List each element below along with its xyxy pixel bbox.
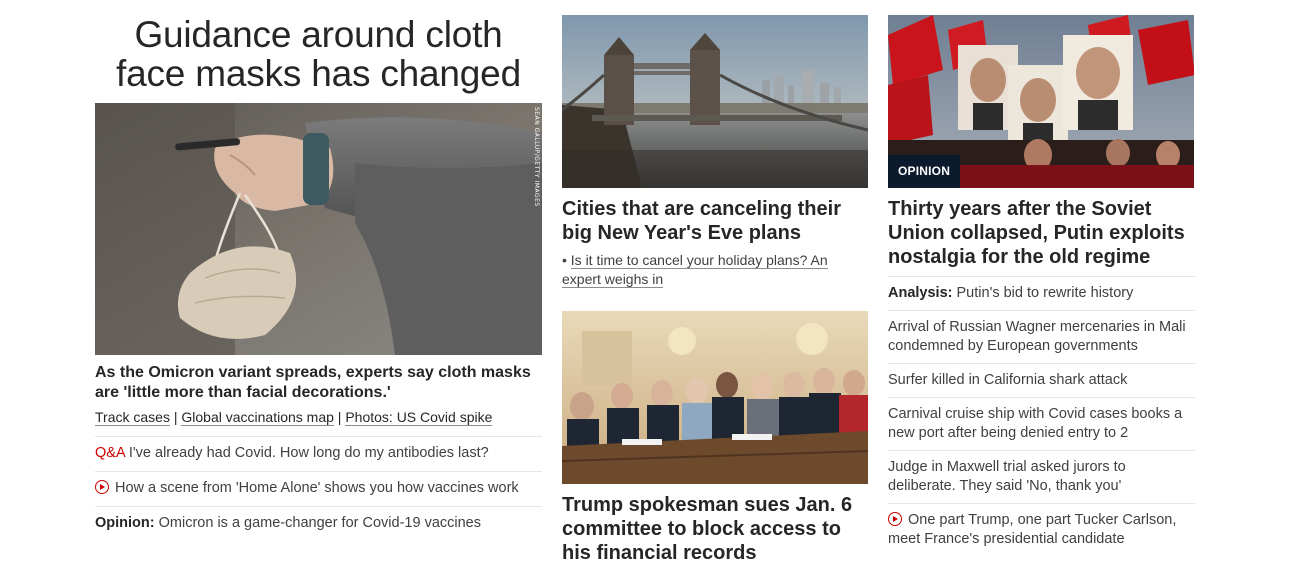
putin-analysis-link[interactable]: Analysis: Putin's bid to rewrite history (888, 277, 1195, 310)
france-candidate-video-link[interactable]: One part Trump, one part Tucker Carlson,… (888, 504, 1195, 556)
lead-headline[interactable]: Guidance around cloth face masks has cha… (95, 15, 542, 93)
nye-cancel-headline[interactable]: Cities that are canceling their big New … (562, 197, 868, 245)
lead-story-column: Guidance around cloth face masks has cha… (95, 0, 542, 541)
list-item-text: Omicron is a game-changer for Covid-19 v… (158, 515, 481, 531)
bullet-marker: • (562, 252, 567, 268)
list-item: Opinion: Omicron is a game-changer for C… (95, 506, 542, 541)
trump-spokesman-headline[interactable]: Trump spokesman sues Jan. 6 committee to… (562, 493, 868, 565)
maxwell-trial-link[interactable]: Judge in Maxwell trial asked jurors to d… (888, 451, 1195, 503)
link-separator: | (173, 409, 178, 425)
soviet-union-headline[interactable]: Thirty years after the Soviet Union coll… (888, 197, 1195, 269)
antibodies-qa-link[interactable]: Q&A I've already had Covid. How long do … (95, 437, 542, 471)
right-headline-list: Analysis: Putin's bid to rewrite history… (888, 276, 1195, 556)
hearing-photo-illustration (562, 311, 868, 484)
list-item: Surfer killed in California shark attack (888, 363, 1195, 397)
bullet-link-text: Is it time to cancel your holiday plans?… (562, 252, 828, 288)
home-alone-video-link[interactable]: How a scene from 'Home Alone' shows you … (95, 472, 542, 506)
play-circle-icon (888, 512, 902, 526)
right-column: OPINION Thirty years after the Soviet Un… (888, 0, 1195, 556)
opinion-kicker: Opinion: (95, 515, 155, 531)
list-item: One part Trump, one part Tucker Carlson,… (888, 503, 1195, 556)
list-item-text: I've already had Covid. How long do my a… (128, 445, 489, 461)
wagner-mali-link[interactable]: Arrival of Russian Wagner mercenaries in… (888, 311, 1195, 363)
list-item: Arrival of Russian Wagner mercenaries in… (888, 310, 1195, 363)
image-credit: SEAN GALLUP/GETTY IMAGES (533, 107, 540, 207)
list-item-text: How a scene from 'Home Alone' shows you … (115, 480, 519, 496)
middle-column: Cities that are canceling their big New … (562, 0, 868, 565)
analysis-kicker: Analysis: (888, 285, 953, 301)
list-item: Judge in Maxwell trial asked jurors to d… (888, 450, 1195, 503)
list-item: How a scene from 'Home Alone' shows you … (95, 471, 542, 506)
jan6-committee-image[interactable] (562, 311, 868, 484)
qa-kicker: Q&A (95, 445, 125, 461)
mask-photo-illustration (95, 103, 542, 355)
tower-bridge-photo-illustration (562, 15, 868, 188)
lead-image-mask-hand[interactable]: SEAN GALLUP/GETTY IMAGES (95, 103, 542, 355)
list-item-text: One part Trump, one part Tucker Carlson,… (888, 512, 1177, 547)
omicron-opinion-link[interactable]: Opinion: Omicron is a game-changer for C… (95, 507, 542, 541)
play-circle-icon (95, 480, 109, 494)
vaccinations-map-link[interactable]: Global vaccinations map (181, 409, 334, 426)
lead-subheadline[interactable]: As the Omicron variant spreads, experts … (95, 363, 542, 403)
related-links-row: Track cases | Global vaccinations map | … (95, 408, 542, 426)
surfer-shark-link[interactable]: Surfer killed in California shark attack (888, 364, 1195, 397)
link-separator: | (337, 409, 342, 425)
tower-bridge-image[interactable] (562, 15, 868, 188)
opinion-badge: OPINION (888, 155, 961, 188)
soviet-nostalgia-image[interactable]: OPINION (888, 15, 1194, 188)
track-cases-link[interactable]: Track cases (95, 409, 170, 426)
list-item: Q&A I've already had Covid. How long do … (95, 436, 542, 471)
cancel-holiday-plans-link[interactable]: • Is it time to cancel your holiday plan… (562, 251, 868, 289)
carnival-cruise-link[interactable]: Carnival cruise ship with Covid cases bo… (888, 398, 1195, 450)
covid-spike-photos-link[interactable]: Photos: US Covid spike (345, 409, 493, 426)
list-item-text: Putin's bid to rewrite history (956, 285, 1134, 301)
list-item: Carnival cruise ship with Covid cases bo… (888, 397, 1195, 450)
lead-related-list: Q&A I've already had Covid. How long do … (95, 436, 542, 541)
list-item: Analysis: Putin's bid to rewrite history (888, 276, 1195, 310)
